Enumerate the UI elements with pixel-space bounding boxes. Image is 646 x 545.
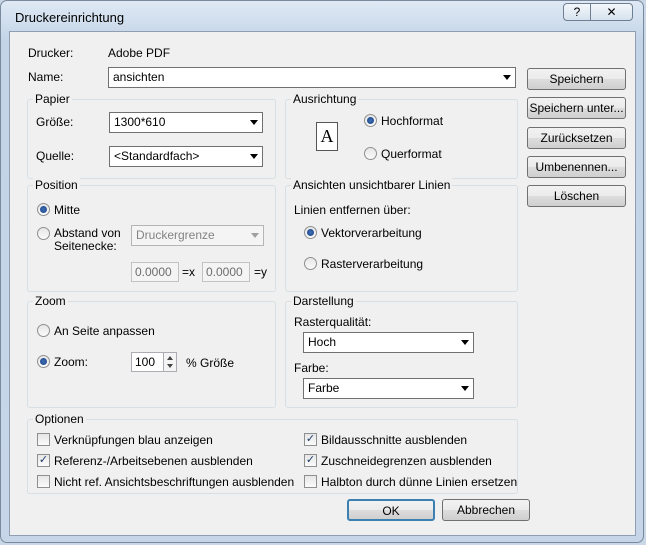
options-group: Optionen Verknüpfungen blau anzeigen ✓ R… bbox=[27, 412, 518, 494]
option-label[interactable]: Halbton durch dünne Linien ersetzen bbox=[321, 475, 517, 489]
chevron-down-icon bbox=[251, 233, 259, 238]
option-checkbox[interactable]: ✓ bbox=[37, 454, 50, 467]
save-button[interactable]: Speichern bbox=[527, 68, 626, 90]
printer-setup-dialog: Druckereinrichtung ? ✕ Drucker: Adobe PD… bbox=[0, 0, 644, 543]
help-icon: ? bbox=[573, 5, 581, 19]
landscape-radio[interactable] bbox=[364, 147, 377, 160]
chevron-down-icon bbox=[250, 120, 258, 125]
fit-to-page-radio[interactable] bbox=[37, 324, 50, 337]
offset-x-suffix: =x bbox=[182, 265, 196, 279]
option-checkbox[interactable] bbox=[37, 433, 50, 446]
options-group-title: Optionen bbox=[33, 412, 86, 426]
option-label[interactable]: Zuschneidegrenzen ausblenden bbox=[321, 454, 492, 468]
help-button[interactable]: ? bbox=[563, 3, 591, 21]
option-label[interactable]: Referenz-/Arbeitsebenen ausblenden bbox=[54, 454, 253, 468]
offset-radio[interactable] bbox=[37, 227, 50, 240]
display-group-title: Darstellung bbox=[291, 294, 356, 308]
zoom-label[interactable]: Zoom: bbox=[54, 355, 88, 369]
dialog-client-area: Drucker: Adobe PDF Name: ansichten Papie… bbox=[9, 31, 636, 536]
offset-y-input[interactable]: 0.0000 r bbox=[202, 262, 250, 282]
portrait-radio[interactable] bbox=[364, 114, 377, 127]
checkmark-icon: ✓ bbox=[38, 454, 49, 466]
zoom-group: Zoom An Seite anpassen Zoom: 100 % Größe bbox=[27, 294, 276, 408]
paper-source-select[interactable]: <Standardfach> bbox=[109, 146, 263, 167]
printer-value: Adobe PDF bbox=[108, 46, 171, 60]
position-group: Position Mitte Abstand von Seitenecke: D… bbox=[27, 178, 276, 292]
hidden-lines-group: Ansichten unsichtbarer Linien Linien ent… bbox=[285, 178, 518, 292]
raster-quality-value: Hoch bbox=[308, 335, 337, 349]
option-checkbox[interactable] bbox=[37, 475, 50, 488]
zoom-suffix: % Größe bbox=[186, 356, 235, 370]
option-checkbox[interactable] bbox=[304, 475, 317, 488]
paper-size-select[interactable]: 1300*610 bbox=[109, 112, 263, 133]
position-group-title: Position bbox=[33, 178, 80, 192]
delete-button[interactable]: Löschen bbox=[527, 185, 626, 207]
raster-quality-select[interactable]: Hoch bbox=[303, 332, 474, 353]
dialog-title: Druckereinrichtung bbox=[15, 10, 125, 25]
offset-reference-value: Druckergrenze bbox=[136, 228, 215, 242]
offset-reference-select[interactable]: Druckergrenze bbox=[131, 225, 264, 246]
color-select[interactable]: Farbe bbox=[303, 378, 474, 399]
raster-quality-label: Rasterqualität: bbox=[294, 315, 372, 329]
chevron-down-icon bbox=[461, 340, 469, 345]
option-label[interactable]: Nicht ref. Ansichtsbeschriftungen ausble… bbox=[54, 475, 294, 489]
save-as-button[interactable]: Speichern unter... bbox=[527, 97, 626, 119]
fit-to-page-label[interactable]: An Seite anpassen bbox=[54, 324, 155, 338]
offset-label-line2[interactable]: Seitenecke: bbox=[54, 239, 117, 253]
display-group: Darstellung Rasterqualität: Hoch Farbe: … bbox=[285, 294, 518, 408]
portrait-label[interactable]: Hochformat bbox=[381, 114, 443, 128]
color-value: Farbe bbox=[308, 381, 340, 395]
rename-button[interactable]: Umbenennen... bbox=[527, 156, 626, 178]
paper-source-label: Quelle: bbox=[36, 149, 75, 163]
option-checkbox[interactable]: ✓ bbox=[304, 433, 317, 446]
orientation-group: Ausrichtung A Hochformat Querformat bbox=[285, 92, 518, 179]
chevron-down-icon bbox=[250, 154, 258, 159]
offset-x-input[interactable]: 0.0000 r bbox=[131, 262, 179, 282]
paper-size-value: 1300*610 bbox=[114, 115, 166, 129]
ok-button[interactable]: OK bbox=[347, 499, 435, 521]
raster-processing-label[interactable]: Rasterverarbeitung bbox=[321, 257, 423, 271]
printer-label: Drucker: bbox=[28, 46, 74, 60]
paper-size-label: Größe: bbox=[36, 115, 74, 129]
spin-up-icon[interactable] bbox=[167, 356, 173, 360]
raster-processing-radio[interactable] bbox=[304, 257, 317, 270]
center-label[interactable]: Mitte bbox=[54, 203, 80, 217]
portrait-page-icon: A bbox=[316, 122, 338, 151]
offset-y-suffix: =y bbox=[254, 265, 268, 279]
name-select[interactable]: ansichten bbox=[108, 67, 516, 88]
zoom-spinner[interactable] bbox=[163, 352, 177, 372]
reset-button[interactable]: Zurücksetzen bbox=[527, 127, 626, 149]
cancel-button[interactable]: Abbrechen bbox=[442, 499, 530, 521]
landscape-label[interactable]: Querformat bbox=[381, 147, 442, 161]
zoom-radio[interactable] bbox=[37, 355, 50, 368]
paper-group: Papier Größe: 1300*610 Quelle: <Standard… bbox=[27, 92, 276, 179]
option-checkbox[interactable]: ✓ bbox=[304, 454, 317, 467]
vector-processing-label[interactable]: Vektorverarbeitung bbox=[321, 226, 422, 240]
zoom-group-title: Zoom bbox=[33, 294, 68, 308]
checkmark-icon: ✓ bbox=[305, 454, 316, 466]
remove-lines-label: Linien entfernen über: bbox=[294, 203, 411, 217]
paper-source-value: <Standardfach> bbox=[114, 149, 200, 163]
option-label[interactable]: Verknüpfungen blau anzeigen bbox=[54, 433, 213, 447]
close-icon: ✕ bbox=[606, 5, 617, 19]
name-label: Name: bbox=[28, 70, 64, 84]
chevron-down-icon bbox=[503, 75, 511, 80]
name-select-value: ansichten bbox=[113, 70, 165, 84]
offset-label-line1[interactable]: Abstand von bbox=[54, 226, 121, 240]
zoom-percent-input[interactable]: 100 bbox=[131, 352, 165, 372]
paper-group-title: Papier bbox=[33, 92, 72, 106]
spin-down-icon[interactable] bbox=[167, 364, 173, 368]
center-radio[interactable] bbox=[37, 203, 50, 216]
color-label: Farbe: bbox=[294, 361, 329, 375]
orientation-group-title: Ausrichtung bbox=[291, 92, 359, 106]
vector-processing-radio[interactable] bbox=[304, 226, 317, 239]
hidden-lines-group-title: Ansichten unsichtbarer Linien bbox=[291, 178, 453, 192]
checkmark-icon: ✓ bbox=[305, 433, 316, 445]
close-button[interactable]: ✕ bbox=[590, 3, 633, 21]
option-label[interactable]: Bildausschnitte ausblenden bbox=[321, 433, 467, 447]
chevron-down-icon bbox=[461, 386, 469, 391]
